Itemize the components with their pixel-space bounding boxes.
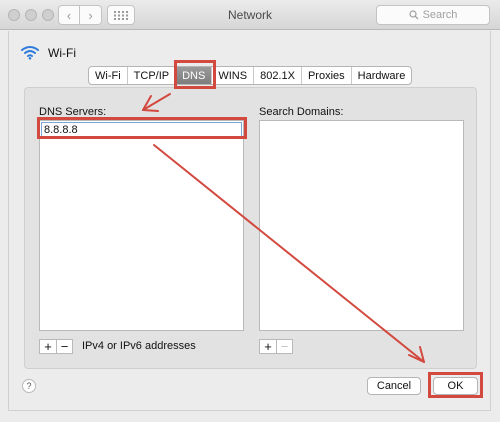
interface-header: Wi-Fi xyxy=(20,45,76,60)
add-dns-button[interactable]: + xyxy=(40,339,56,354)
dns-servers-list[interactable]: 8.8.8.8 xyxy=(39,120,244,331)
add-domain-button[interactable]: + xyxy=(260,339,276,354)
search-domains-list[interactable] xyxy=(259,120,464,331)
dns-add-remove: + − xyxy=(39,339,73,354)
tab-hardware[interactable]: Hardware xyxy=(352,67,412,84)
search-domains-label: Search Domains: xyxy=(259,106,344,118)
tab-proxies[interactable]: Proxies xyxy=(302,67,352,84)
search-placeholder: Search xyxy=(422,9,458,21)
dns-entry-highlight xyxy=(37,117,247,139)
ok-button-highlight xyxy=(428,372,483,398)
dns-hint: IPv4 or IPv6 addresses xyxy=(82,340,196,352)
remove-dns-button[interactable]: − xyxy=(56,339,72,354)
dns-tab-highlight xyxy=(174,60,216,89)
interface-name: Wi-Fi xyxy=(48,45,76,60)
help-button[interactable]: ? xyxy=(22,379,36,393)
remove-domain-button: − xyxy=(276,339,292,354)
domains-add-remove: + − xyxy=(259,339,293,354)
tab-bar: Wi-Fi TCP/IP DNS WINS 802.1X Proxies Har… xyxy=(88,66,413,85)
search-icon xyxy=(408,10,419,20)
tab-wifi[interactable]: Wi-Fi xyxy=(89,67,128,84)
title-bar: ‹ › Network Search xyxy=(0,0,500,30)
cancel-button[interactable]: Cancel xyxy=(367,377,421,395)
search-field[interactable]: Search xyxy=(376,5,490,25)
tab-8021x[interactable]: 802.1X xyxy=(254,67,302,84)
tab-tcpip[interactable]: TCP/IP xyxy=(128,67,177,84)
wifi-icon xyxy=(21,46,39,60)
tab-wins[interactable]: WINS xyxy=(212,67,255,84)
